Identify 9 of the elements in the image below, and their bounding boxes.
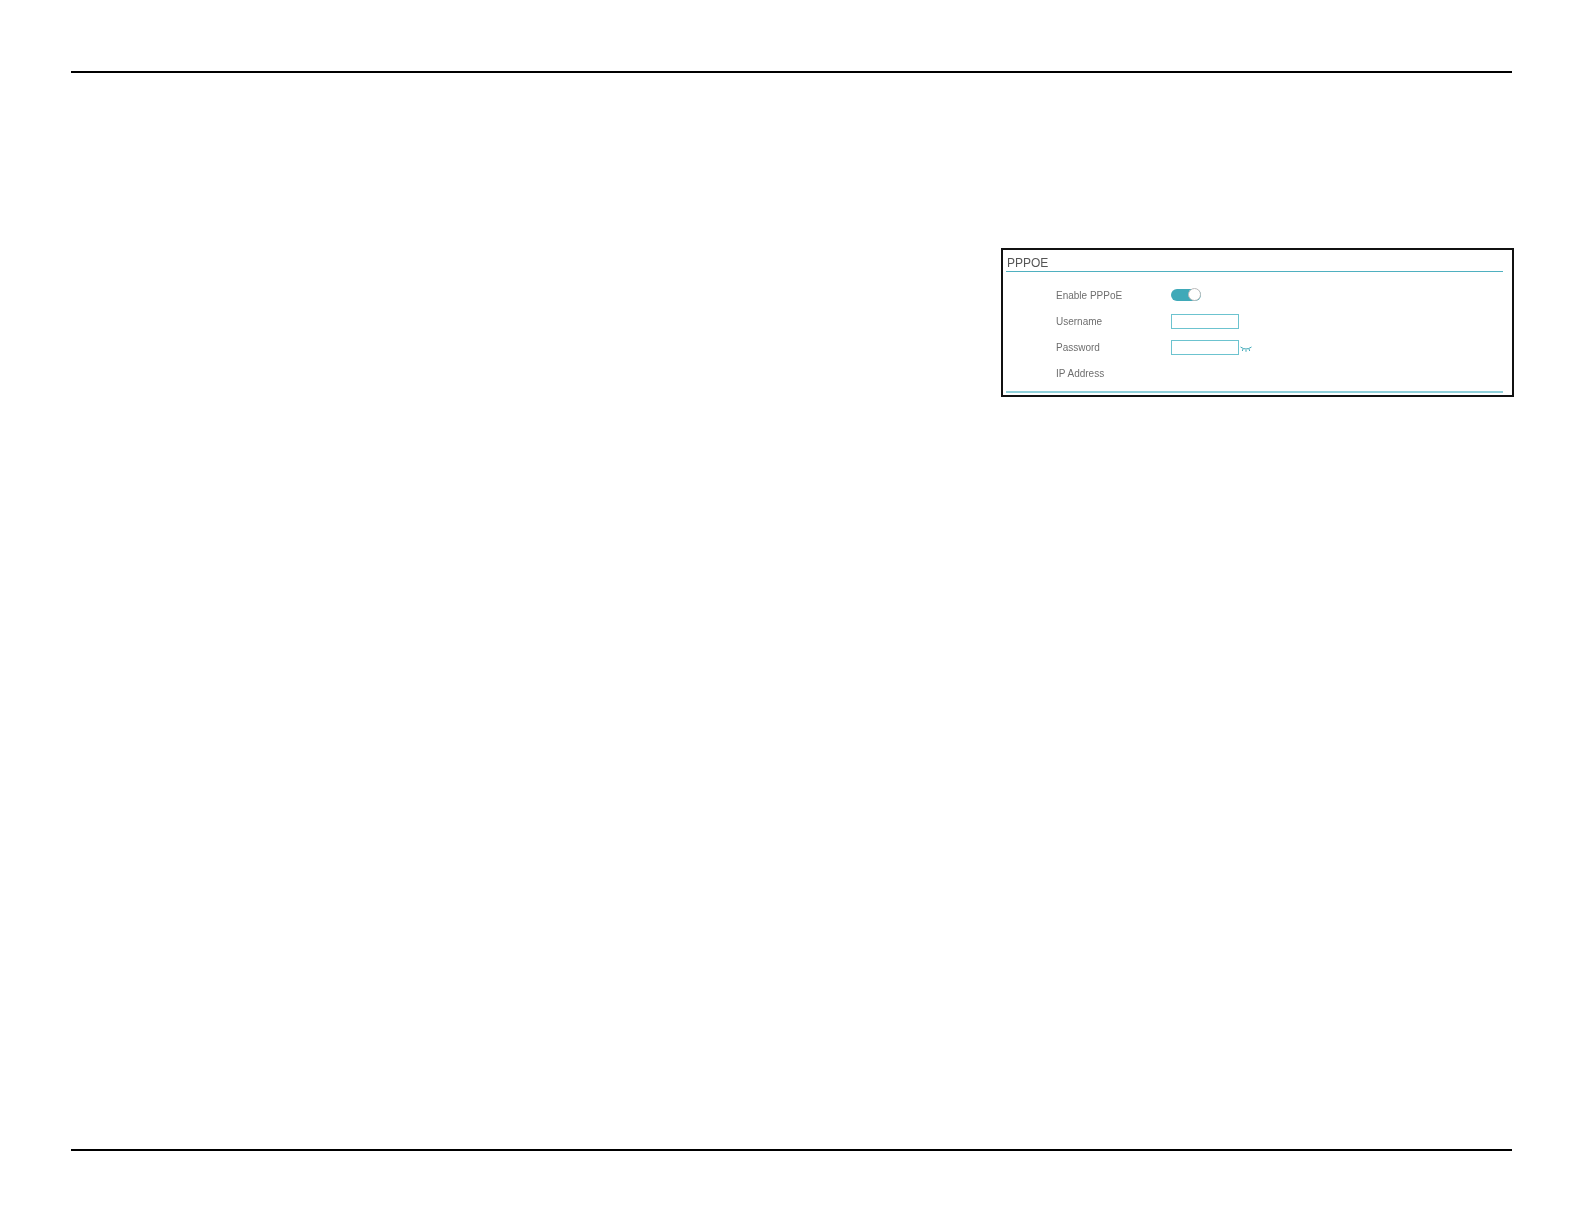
input-field[interactable]: [1171, 313, 1239, 329]
closed-eye-icon[interactable]: [1240, 346, 1252, 352]
toggle-switch[interactable]: [1171, 289, 1201, 301]
field-label: Enable PPPoE: [1056, 289, 1124, 301]
field-label: IP Address: [1056, 367, 1106, 379]
field-label: Password: [1056, 341, 1101, 353]
password-field[interactable]: [1171, 339, 1239, 355]
panel-title: PPPOE: [1006, 256, 1049, 270]
field-label: Username: [1056, 315, 1104, 327]
